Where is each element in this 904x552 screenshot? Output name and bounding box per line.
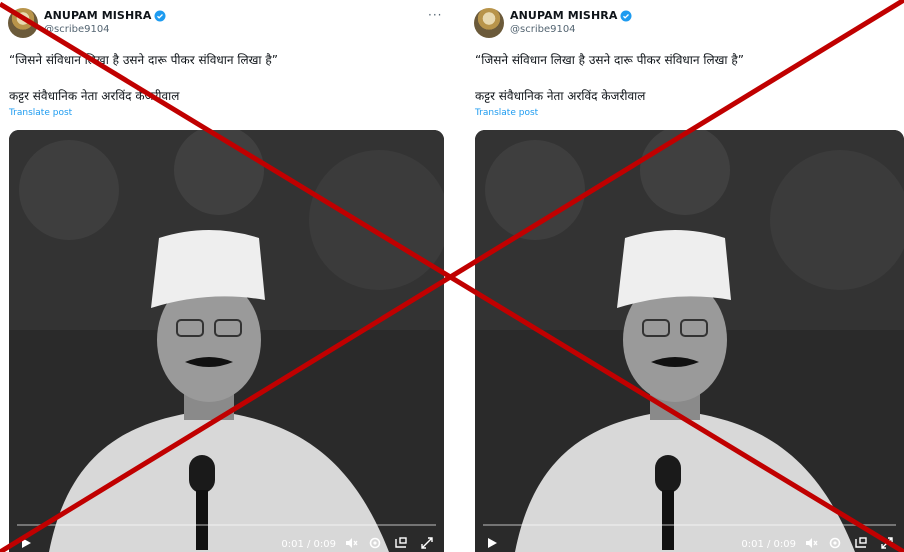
- fullscreen-icon[interactable]: [420, 536, 434, 550]
- video-frame: [475, 130, 904, 552]
- avatar[interactable]: [474, 8, 504, 38]
- post-text-line-1: “जिसने संविधान लिखा है उसने दारू पीकर सं…: [475, 53, 744, 67]
- verified-badge-icon: [620, 10, 632, 21]
- fullscreen-icon[interactable]: [880, 536, 894, 550]
- author-name[interactable]: ANUPAM MISHRA: [44, 9, 151, 22]
- video-time: 0:01 / 0:09: [281, 539, 336, 550]
- verified-badge-icon: [154, 10, 166, 21]
- post-left: ANUPAM MISHRA @scribe9104 ··· “जिसने संव…: [0, 0, 452, 552]
- author-name-row[interactable]: ANUPAM MISHRA: [510, 9, 632, 22]
- post-right: ANUPAM MISHRA @scribe9104 “जिसने संविधान…: [466, 0, 904, 552]
- settings-icon[interactable]: [368, 536, 382, 550]
- translate-post-link[interactable]: Translate post: [9, 108, 72, 118]
- picture-in-picture-icon[interactable]: [854, 536, 868, 550]
- video-controls: 0:01 / 0:09: [475, 524, 904, 552]
- play-icon[interactable]: [485, 536, 499, 550]
- author-name-row[interactable]: ANUPAM MISHRA: [44, 9, 166, 22]
- post-text-line-2: कट्टर संवैधानिक नेता अरविंद केजरीवाल: [475, 89, 646, 103]
- post-text-line-2: कट्टर संवैधानिक नेता अरविंद केजरीवाल: [9, 89, 180, 103]
- video-controls: 0:01 / 0:09: [9, 524, 444, 552]
- play-icon[interactable]: [19, 536, 33, 550]
- settings-icon[interactable]: [828, 536, 842, 550]
- video-time: 0:01 / 0:09: [741, 539, 796, 550]
- volume-icon[interactable]: [344, 536, 358, 550]
- author-handle[interactable]: @scribe9104: [510, 24, 576, 35]
- author-handle[interactable]: @scribe9104: [44, 24, 110, 35]
- video-frame: [9, 130, 444, 552]
- avatar[interactable]: [8, 8, 38, 38]
- picture-in-picture-icon[interactable]: [394, 536, 408, 550]
- translate-post-link[interactable]: Translate post: [475, 108, 538, 118]
- volume-icon[interactable]: [804, 536, 818, 550]
- author-name[interactable]: ANUPAM MISHRA: [510, 9, 617, 22]
- video-player[interactable]: 0:01 / 0:09: [475, 130, 904, 552]
- video-player[interactable]: 0:01 / 0:09: [9, 130, 444, 552]
- video-progress-bar[interactable]: [17, 524, 436, 526]
- post-text-line-1: “जिसने संविधान लिखा है उसने दारू पीकर सं…: [9, 53, 278, 67]
- more-options-icon[interactable]: ···: [428, 8, 442, 22]
- video-progress-bar[interactable]: [483, 524, 896, 526]
